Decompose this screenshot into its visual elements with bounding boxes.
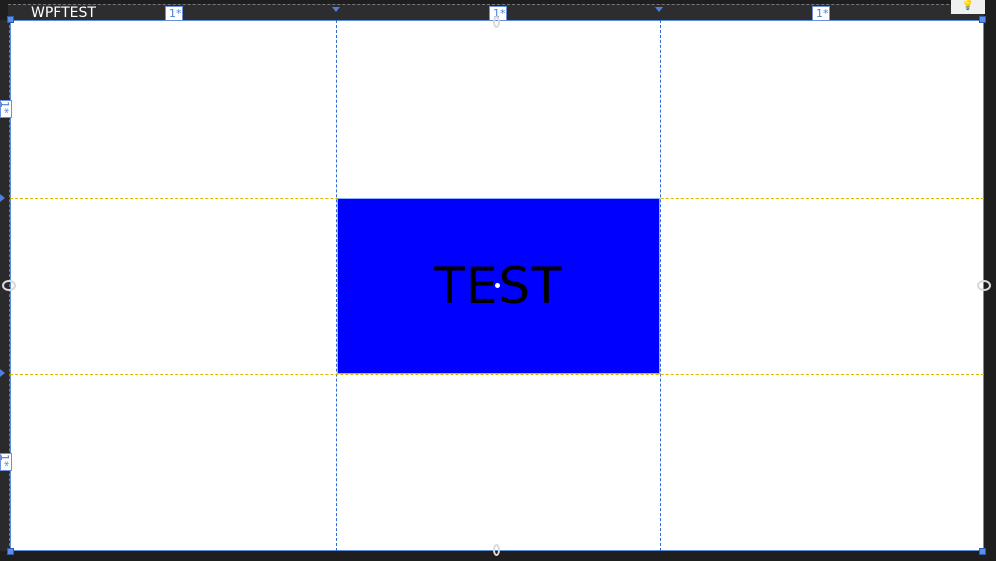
bottom-anchor-icon[interactable]: [493, 544, 500, 556]
selection-dot[interactable]: [495, 283, 500, 288]
column-marker-icon[interactable]: [332, 7, 340, 12]
left-anchor-icon[interactable]: [2, 280, 16, 291]
column-marker-icon[interactable]: [655, 7, 663, 12]
column-divider[interactable]: [660, 20, 661, 551]
resize-handle[interactable]: [7, 16, 14, 23]
top-anchor-icon[interactable]: [493, 16, 500, 28]
row-divider[interactable]: [10, 374, 984, 375]
resize-handle[interactable]: [979, 548, 986, 555]
designer-surface: WPFTEST 💡 TEST 1* 1* 1* 1* 1*: [0, 0, 996, 561]
column-size-chip[interactable]: 1*: [165, 6, 183, 21]
row-size-chip[interactable]: 1*: [0, 100, 12, 118]
lightbulb-icon[interactable]: 💡: [951, 0, 985, 14]
column-size-chip[interactable]: 1*: [812, 6, 830, 21]
resize-handle[interactable]: [979, 16, 986, 23]
row-marker-icon[interactable]: [0, 194, 5, 202]
right-anchor-icon[interactable]: [977, 280, 991, 291]
row-marker-icon[interactable]: [0, 369, 5, 377]
row-size-chip[interactable]: 1*: [0, 453, 12, 471]
resize-handle[interactable]: [7, 548, 14, 555]
